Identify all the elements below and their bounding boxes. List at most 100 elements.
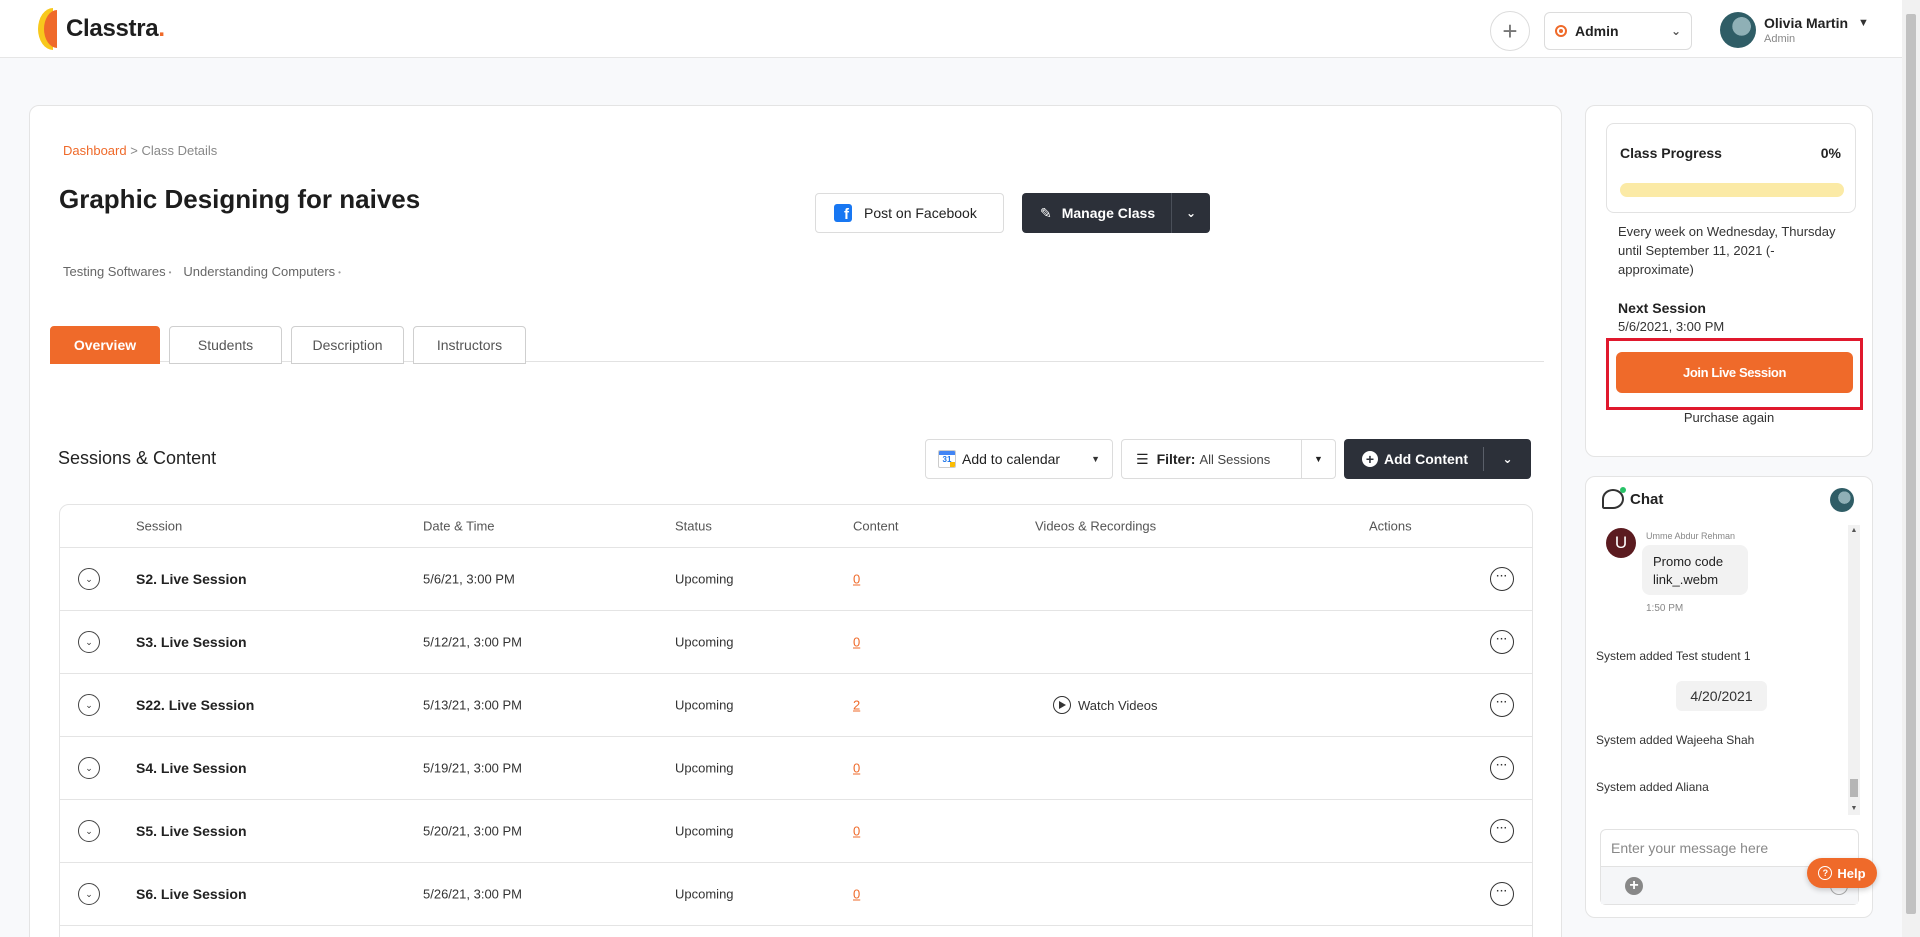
page-title: Graphic Designing for naives — [59, 184, 421, 214]
table-row[interactable]: ⌄ S22. Live Session 5/13/21, 3:00 PM Upcomi… — [60, 674, 1532, 737]
filter-value: All Sessions — [1199, 451, 1271, 467]
add-attachment-icon[interactable]: + — [1625, 877, 1643, 895]
user-menu[interactable]: Olivia Martin Admin ▼ — [1720, 12, 1869, 48]
session-date-time: 5/26/21, 3:00 PM — [423, 886, 523, 902]
more-actions-icon[interactable]: ··· — [1490, 693, 1514, 717]
session-status: Upcoming — [675, 571, 734, 587]
scroll-thumb[interactable] — [1906, 14, 1916, 914]
more-actions-icon[interactable]: ··· — [1490, 882, 1514, 906]
session-name[interactable]: S3. Live Session — [136, 634, 247, 650]
content-count-link[interactable]: 0 — [853, 824, 860, 839]
tab-instructors[interactable]: Instructors — [413, 326, 526, 364]
content-count-link[interactable]: 2 — [853, 698, 860, 713]
breadcrumb-dashboard-link[interactable]: Dashboard — [63, 143, 127, 158]
avatar — [1830, 488, 1854, 512]
tab-overview[interactable]: Overview — [50, 326, 160, 364]
add-content-button[interactable]: + Add Content ⌄ — [1344, 439, 1531, 479]
caret-down-icon: ▼ — [1091, 454, 1100, 464]
more-actions-icon[interactable]: ··· — [1490, 567, 1514, 591]
help-button[interactable]: ? Help — [1807, 858, 1877, 888]
table-row[interactable]: ⌄ S3. Live Session 5/12/21, 3:00 PM Upcomin… — [60, 611, 1532, 674]
purchase-again-link[interactable]: Purchase again — [1586, 410, 1872, 425]
chat-scrollbar[interactable]: ▲ ▼ — [1848, 525, 1860, 815]
chat-title: Chat — [1630, 490, 1664, 508]
google-calendar-icon: 31 — [938, 450, 956, 468]
class-progress-card: Class Progress 0% Every week on Wednesda… — [1585, 105, 1873, 457]
more-actions-icon[interactable]: ··· — [1490, 819, 1514, 843]
expand-row-icon[interactable]: ⌄ — [78, 883, 100, 905]
class-tags: Testing Softwares Understanding Computer… — [63, 264, 341, 279]
tab-students[interactable]: Students — [169, 326, 282, 364]
question-icon: ? — [1818, 866, 1833, 880]
chat-panel: Chat U Umme Abdur Rehman Promo code link… — [1585, 476, 1873, 918]
scroll-up-icon[interactable]: ▲ — [1848, 525, 1860, 537]
session-status: Upcoming — [675, 886, 734, 902]
chat-messages[interactable]: U Umme Abdur Rehman Promo code link_.web… — [1586, 523, 1872, 813]
class-details-card: Dashboard > Class Details Graphic Design… — [29, 105, 1562, 937]
expand-row-icon[interactable]: ⌄ — [78, 568, 100, 590]
help-label: Help — [1837, 865, 1866, 881]
expand-row-icon[interactable]: ⌄ — [78, 631, 100, 653]
plus-circle-icon: + — [1362, 451, 1378, 467]
table-row[interactable]: ⌄ S6. Live Session 5/26/21, 3:00 PM Upcomin… — [60, 863, 1532, 926]
watch-videos-link[interactable]: Watch Videos — [1053, 696, 1158, 714]
progress-box: Class Progress 0% — [1606, 123, 1856, 213]
session-name[interactable]: S6. Live Session — [136, 886, 247, 902]
logo-mark-icon — [38, 8, 68, 50]
class-tabs: Overview Students Description Instructor… — [50, 326, 1544, 364]
caret-down-icon[interactable]: ▼ — [1301, 440, 1335, 478]
table-row[interactable]: ⌄ S2. Live Session 5/6/21, 3:00 PM Upcoming… — [60, 548, 1532, 611]
logo-text: Classtra. — [66, 15, 165, 42]
content-count-link[interactable]: 0 — [853, 635, 860, 650]
breadcrumb-separator: > — [130, 143, 138, 158]
column-header-videos: Videos & Recordings — [1035, 518, 1157, 534]
system-message: System added Wajeeha Shah — [1596, 733, 1755, 747]
filter-icon: ☰ — [1136, 450, 1149, 467]
message-time: 1:50 PM — [1646, 603, 1684, 614]
pencil-icon: ✎ — [1040, 204, 1052, 221]
scroll-thumb[interactable] — [1850, 779, 1858, 797]
logo[interactable]: Classtra. — [38, 8, 165, 50]
plus-icon: + — [1502, 15, 1518, 46]
message-bubble[interactable]: Promo code link_.webm — [1642, 545, 1748, 595]
create-new-button[interactable]: + — [1490, 11, 1530, 51]
filter-label: Filter: — [1156, 451, 1196, 467]
manage-class-button[interactable]: ✎ Manage Class ⌄ — [1022, 193, 1210, 233]
more-actions-icon[interactable]: ··· — [1490, 630, 1514, 654]
avatar — [1720, 12, 1756, 48]
session-name[interactable]: S22. Live Session — [136, 697, 254, 713]
content-count-link[interactable]: 0 — [853, 572, 860, 587]
session-filter[interactable]: ☰ Filter: All Sessions ▼ — [1121, 439, 1336, 479]
expand-row-icon[interactable]: ⌄ — [78, 820, 100, 842]
add-to-calendar-button[interactable]: 31 Add to calendar ▼ — [925, 439, 1113, 479]
expand-row-icon[interactable]: ⌄ — [78, 757, 100, 779]
content-count-link[interactable]: 0 — [853, 887, 860, 902]
session-name[interactable]: S2. Live Session — [136, 571, 247, 587]
chevron-down-icon[interactable]: ⌄ — [1172, 206, 1210, 220]
next-session-date: 5/6/2021, 3:00 PM — [1618, 319, 1725, 334]
sessions-table: Session Date & Time Status Content Video… — [59, 504, 1533, 937]
sessions-section-title: Sessions & Content — [58, 448, 217, 468]
chat-icon — [1602, 487, 1626, 509]
table-row[interactable]: ⌄ S4. Live Session 5/19/21, 3:00 PM Upcomin… — [60, 737, 1532, 800]
post-on-facebook-button[interactable]: f Post on Facebook — [815, 193, 1004, 233]
page-scrollbar[interactable] — [1902, 0, 1920, 937]
scroll-down-icon[interactable]: ▼ — [1848, 803, 1860, 815]
role-select[interactable]: Admin ⌄ — [1544, 12, 1692, 50]
add-content-main[interactable]: + Add Content — [1344, 447, 1484, 471]
tab-description[interactable]: Description — [291, 326, 404, 364]
table-row[interactable]: ⌄ S5. Live Session 5/20/21, 3:00 PM Upcomin… — [60, 800, 1532, 863]
more-actions-icon[interactable]: ··· — [1490, 756, 1514, 780]
session-status: Upcoming — [675, 634, 734, 650]
chevron-down-icon[interactable]: ⌄ — [1484, 452, 1531, 466]
chevron-down-icon: ⌄ — [1670, 24, 1681, 38]
column-header-session: Session — [136, 518, 183, 534]
session-name[interactable]: S4. Live Session — [136, 760, 247, 776]
system-message: System added Test student 1 — [1596, 649, 1751, 663]
content-count-link[interactable]: 0 — [853, 761, 860, 776]
session-name[interactable]: S5. Live Session — [136, 823, 247, 839]
expand-row-icon[interactable]: ⌄ — [78, 694, 100, 716]
manage-class-main[interactable]: ✎ Manage Class — [1022, 193, 1173, 233]
role-select-value: Admin — [1575, 23, 1619, 39]
join-live-session-button[interactable]: Join Live Session — [1616, 352, 1853, 393]
